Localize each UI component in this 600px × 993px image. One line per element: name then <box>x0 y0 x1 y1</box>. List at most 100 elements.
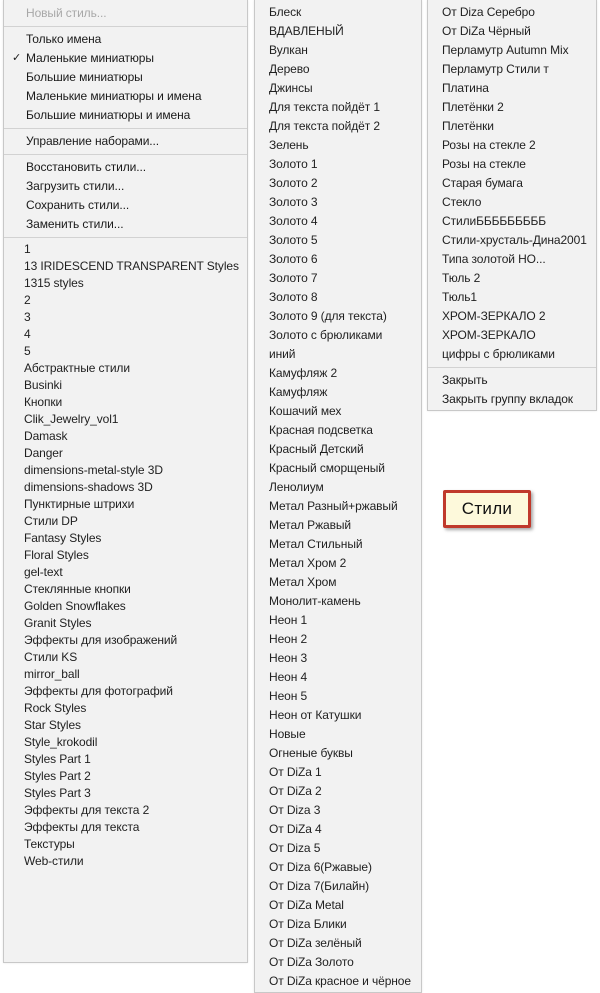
preset-list-item[interactable]: Кнопки <box>4 394 247 411</box>
preset-list-item[interactable]: Ленолиум <box>255 478 421 497</box>
preset-list-item[interactable]: Золото 7 <box>255 269 421 288</box>
preset-list-item[interactable]: gel-text <box>4 564 247 581</box>
preset-list-item[interactable]: Businki <box>4 377 247 394</box>
preset-list-item[interactable]: Кошачий мех <box>255 402 421 421</box>
preset-list-item[interactable]: 4 <box>4 326 247 343</box>
preset-list-item[interactable]: Розы на стекле 2 <box>428 136 596 155</box>
menu-item-close-action[interactable]: Закрыть <box>428 371 596 390</box>
preset-list-item[interactable]: Floral Styles <box>4 547 247 564</box>
preset-list-item[interactable]: Золото 8 <box>255 288 421 307</box>
preset-list-item[interactable]: Styles Part 1 <box>4 751 247 768</box>
preset-list-item[interactable]: Старая бумага <box>428 174 596 193</box>
preset-list-item[interactable]: Абстрактные стили <box>4 360 247 377</box>
preset-list-item[interactable]: От Diza 6(Ржавые) <box>255 858 421 877</box>
preset-list-item[interactable]: Тюль1 <box>428 288 596 307</box>
preset-list-item[interactable]: dimensions-shadows 3D <box>4 479 247 496</box>
preset-list-item[interactable]: Золото 1 <box>255 155 421 174</box>
preset-list-item[interactable]: 13 IRIDESCEND TRANSPARENT Styles <box>4 258 247 275</box>
preset-list-item[interactable]: Метал Хром <box>255 573 421 592</box>
preset-list-item[interactable]: Платина <box>428 79 596 98</box>
preset-list-item[interactable]: Неон 3 <box>255 649 421 668</box>
preset-list-item[interactable]: От Diza 5 <box>255 839 421 858</box>
preset-list-item[interactable]: Стеклянные кнопки <box>4 581 247 598</box>
preset-list-item[interactable]: От DiZa красное и чёрное <box>255 972 421 991</box>
preset-list-item[interactable]: От DiZa 4 <box>255 820 421 839</box>
preset-list-item[interactable]: Новые <box>255 725 421 744</box>
preset-list-item[interactable]: Плетёнки 2 <box>428 98 596 117</box>
preset-list-item[interactable]: Styles Part 3 <box>4 785 247 802</box>
preset-list-item[interactable]: От DiZa 1 <box>255 763 421 782</box>
preset-list-item[interactable]: mirror_ball <box>4 666 247 683</box>
preset-list-item[interactable]: СтилиБББББББББ <box>428 212 596 231</box>
preset-list-item[interactable]: Джинсы <box>255 79 421 98</box>
preset-list-item[interactable]: Золото 4 <box>255 212 421 231</box>
preset-list-item[interactable]: Rock Styles <box>4 700 247 717</box>
preset-list-item[interactable]: Styles Part 2 <box>4 768 247 785</box>
preset-list-item[interactable]: Пунктирные штрихи <box>4 496 247 513</box>
preset-list-item[interactable]: Style_krokodil <box>4 734 247 751</box>
preset-list-item[interactable]: Для текста пойдёт 2 <box>255 117 421 136</box>
preset-list-item[interactable]: Огненые буквы <box>255 744 421 763</box>
preset-list-item[interactable]: Golden Snowflakes <box>4 598 247 615</box>
preset-list-item[interactable]: Web-стили <box>4 853 247 870</box>
preset-list-item[interactable]: Камуфляж <box>255 383 421 402</box>
preset-list-item[interactable]: От Diza Блики <box>255 915 421 934</box>
menu-item-save-styles[interactable]: Сохранить стили... <box>4 196 247 215</box>
preset-list-item[interactable]: Тюль 2 <box>428 269 596 288</box>
preset-list-item[interactable]: Неон 1 <box>255 611 421 630</box>
preset-list-item[interactable]: Damask <box>4 428 247 445</box>
preset-list-item[interactable]: Дерево <box>255 60 421 79</box>
preset-list-item[interactable]: От DiZa Metal <box>255 896 421 915</box>
preset-list-item[interactable]: От Diza 7(Билайн) <box>255 877 421 896</box>
preset-list-item[interactable]: Danger <box>4 445 247 462</box>
preset-list-item[interactable]: Star Styles <box>4 717 247 734</box>
preset-list-item[interactable]: Неон 5 <box>255 687 421 706</box>
menu-item-large-list[interactable]: Большие миниатюры и имена <box>4 106 247 125</box>
preset-list-item[interactable]: ВДАВЛЕНЫЙ <box>255 22 421 41</box>
preset-list-item[interactable]: Fantasy Styles <box>4 530 247 547</box>
menu-item-load-styles[interactable]: Загрузить стили... <box>4 177 247 196</box>
preset-list-item[interactable]: Перламутр Autumn Mix <box>428 41 596 60</box>
preset-list-item[interactable]: От Diza Серебро <box>428 3 596 22</box>
preset-list-item[interactable]: Метал Хром 2 <box>255 554 421 573</box>
preset-list-item[interactable]: Золото 2 <box>255 174 421 193</box>
preset-list-item[interactable]: Перламутр Стили т <box>428 60 596 79</box>
menu-item-reset-styles[interactable]: Восстановить стили... <box>4 158 247 177</box>
preset-list-item[interactable]: Стекло <box>428 193 596 212</box>
preset-list-item[interactable]: 1 <box>4 241 247 258</box>
preset-list-item[interactable]: цифры с брюликами <box>428 345 596 364</box>
preset-list-item[interactable]: Неон от Катушки <box>255 706 421 725</box>
preset-list-item[interactable]: Метал Стильный <box>255 535 421 554</box>
preset-list-item[interactable]: 1315 styles <box>4 275 247 292</box>
preset-list-item[interactable]: Блеск <box>255 3 421 22</box>
preset-list-item[interactable]: Монолит-камень <box>255 592 421 611</box>
preset-list-item[interactable]: Granit Styles <box>4 615 247 632</box>
preset-list-item[interactable]: Розы на стекле <box>428 155 596 174</box>
menu-item-new-style[interactable]: Новый стиль... <box>4 4 247 23</box>
preset-list-item[interactable]: Золото 5 <box>255 231 421 250</box>
menu-item-small-thumbnail[interactable]: Маленькие миниатюры <box>4 49 247 68</box>
menu-item-small-list[interactable]: Маленькие миниатюры и имена <box>4 87 247 106</box>
preset-list-item[interactable]: От DiZa Золото <box>255 953 421 972</box>
preset-list-item[interactable]: От Diza 3 <box>255 801 421 820</box>
preset-list-item[interactable]: ХРОМ-ЗЕРКАЛО 2 <box>428 307 596 326</box>
preset-list-item[interactable]: Метал Ржавый <box>255 516 421 535</box>
preset-list-item[interactable]: Эффекты для фотографий <box>4 683 247 700</box>
preset-list-item[interactable]: Золото 3 <box>255 193 421 212</box>
preset-list-item[interactable]: От DiZa Чёрный <box>428 22 596 41</box>
preset-list-item[interactable]: Типа золотой НО... <box>428 250 596 269</box>
preset-list-item[interactable]: dimensions-metal-style 3D <box>4 462 247 479</box>
preset-list-item[interactable]: Метал Разный+ржавый <box>255 497 421 516</box>
preset-list-item[interactable]: 5 <box>4 343 247 360</box>
preset-list-item[interactable]: Стили DP <box>4 513 247 530</box>
preset-list-item[interactable]: ХРОМ-ЗЕРКАЛО <box>428 326 596 345</box>
preset-list-item[interactable]: Clik_Jewelry_vol1 <box>4 411 247 428</box>
menu-item-close-action[interactable]: Закрыть группу вкладок <box>428 390 596 409</box>
preset-list-item[interactable]: 3 <box>4 309 247 326</box>
preset-list-item[interactable]: Камуфляж 2 <box>255 364 421 383</box>
preset-list-item[interactable]: Красный Детский <box>255 440 421 459</box>
menu-item-large-thumbnail[interactable]: Большие миниатюры <box>4 68 247 87</box>
preset-list-item[interactable]: От DiZa 2 <box>255 782 421 801</box>
menu-item-text-only[interactable]: Только имена <box>4 30 247 49</box>
menu-item-preset-manager[interactable]: Управление наборами... <box>4 132 247 151</box>
